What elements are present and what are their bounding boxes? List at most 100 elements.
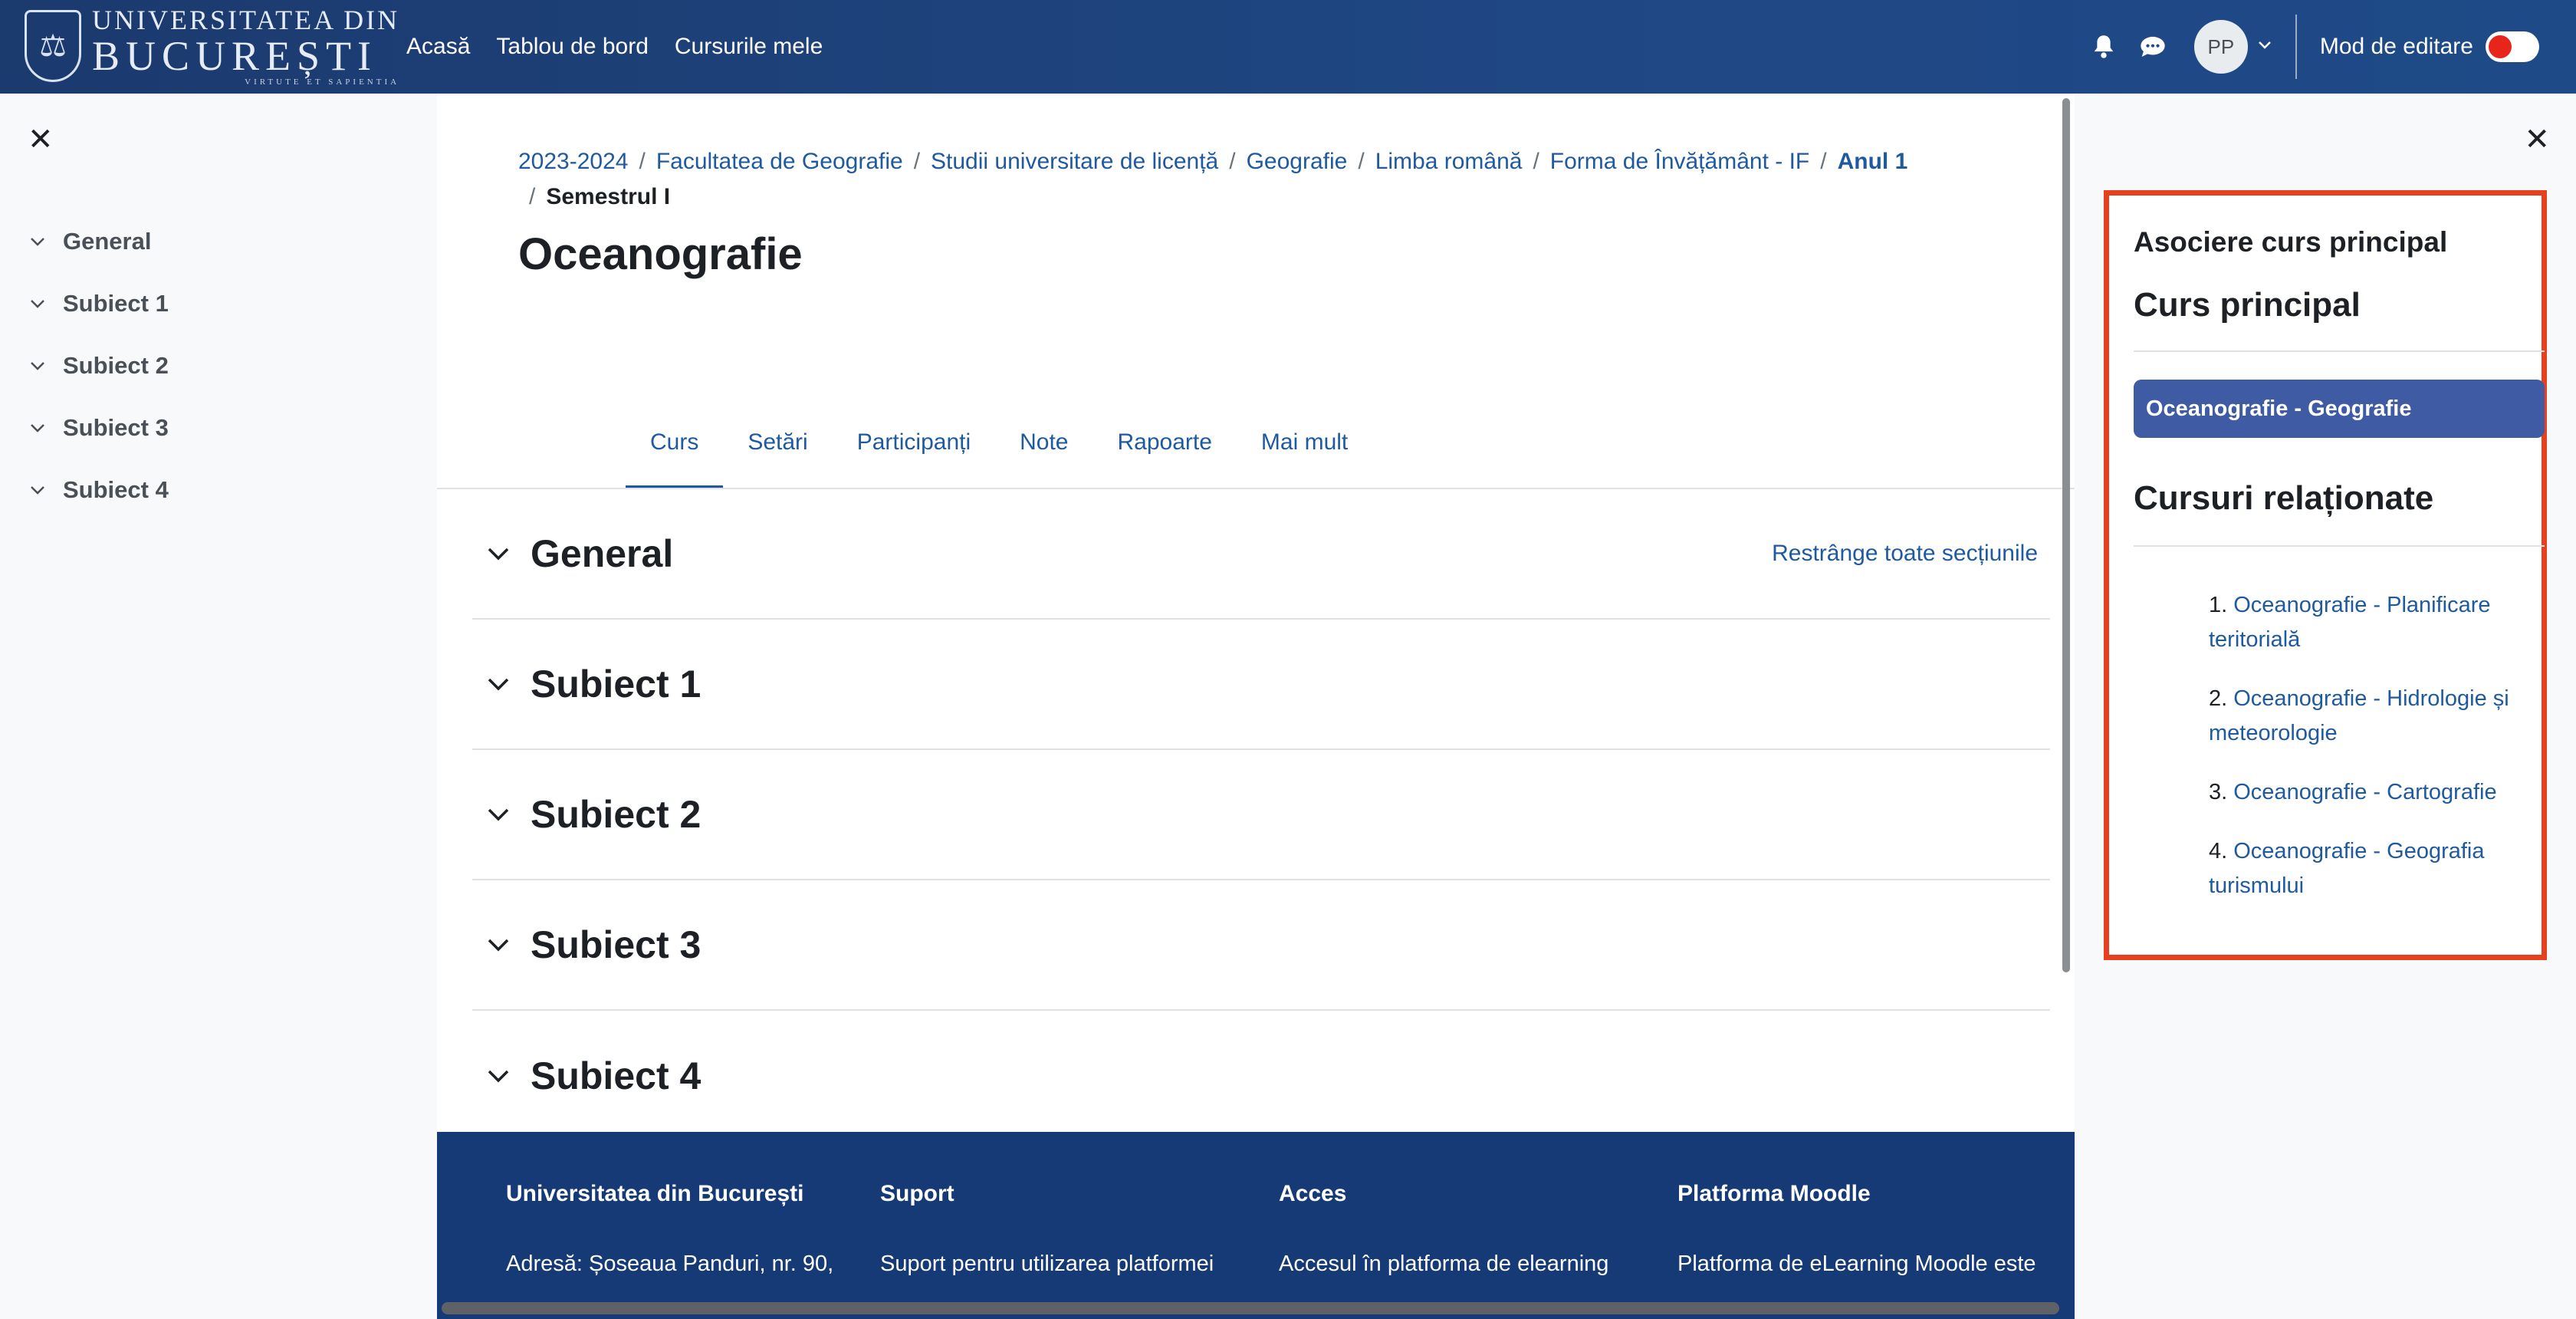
- university-logo[interactable]: ⚖ UNIVERSITATEA DIN BUCUREȘTI VIRTUTE ET…: [25, 4, 400, 87]
- footer-heading: Acces: [1279, 1181, 1347, 1206]
- course-index-label: General: [63, 227, 152, 255]
- block-divider: [2134, 350, 2545, 352]
- edit-mode-toggle[interactable]: [2486, 31, 2539, 62]
- collapse-chevron-down-icon[interactable]: [486, 1068, 511, 1084]
- horizontal-scrollbar[interactable]: [442, 1302, 2059, 1314]
- breadcrumb: 2023-2024/Facultatea de Geografie / Studii…: [518, 149, 1908, 209]
- course-section-subiect-1: Subiect 1: [472, 620, 2050, 750]
- course-index-item-subiect-2[interactable]: Subiect 2: [29, 334, 169, 396]
- vertical-scrollbar[interactable]: [2062, 98, 2070, 972]
- footer-column-access: Acces Accesul în platforma de elearning: [1279, 1181, 1647, 1308]
- user-navigation: PP Mod de editare: [2088, 0, 2576, 94]
- tab-rapoarte[interactable]: Rapoarte: [1093, 397, 1237, 489]
- footer-column-moodle: Platforma Moodle Platforma de eLearning …: [1677, 1181, 2045, 1308]
- breadcrumb-item[interactable]: Anul 1: [1838, 149, 1908, 174]
- related-course-number: 1.: [2209, 593, 2228, 617]
- section-title[interactable]: General: [531, 531, 673, 576]
- footer-text: Suport pentru utilizarea platformei: [880, 1252, 1214, 1276]
- course-sections: General Restrânge toate secțiunile Subie…: [472, 489, 2050, 1141]
- course-tabs: Curs Setări Participanți Note Rapoarte M…: [626, 397, 1372, 489]
- related-course-link[interactable]: Oceanografie - Planificare teritorială: [2209, 593, 2491, 652]
- tab-note[interactable]: Note: [995, 397, 1092, 489]
- close-block-drawer-icon[interactable]: ✕: [2524, 124, 2550, 155]
- footer-text: Adresă: Șoseaua Panduri, nr. 90,: [506, 1252, 834, 1276]
- chevron-down-icon: [31, 485, 44, 495]
- collapse-all-sections-link[interactable]: Restrânge toate secțiunile: [1772, 541, 2038, 567]
- course-index-item-subiect-1[interactable]: Subiect 1: [29, 272, 169, 334]
- nav-divider: [2295, 15, 2297, 79]
- nav-link-home[interactable]: Acasă: [406, 34, 470, 60]
- breadcrumb-item[interactable]: Geografie: [1247, 149, 1348, 174]
- chevron-down-icon: [31, 299, 44, 308]
- related-course-item: 4. Oceanografie - Geografia turismului: [2209, 834, 2546, 903]
- course-index-item-general[interactable]: General: [29, 210, 169, 272]
- section-title[interactable]: Subiect 3: [531, 923, 701, 967]
- block-title: Asociere curs principal: [2134, 226, 2448, 258]
- edit-mode-toggle-knob: [2489, 35, 2512, 58]
- edit-mode-label: Mod de editare: [2319, 34, 2473, 59]
- related-course-link[interactable]: Oceanografie - Cartografie: [2233, 780, 2496, 804]
- user-menu-chevron-down-icon[interactable]: [2257, 40, 2272, 54]
- course-index-label: Subiect 4: [63, 475, 169, 503]
- course-section-general: General Restrânge toate secțiunile: [472, 489, 2050, 620]
- page-footer: Universitatea din București Adresă: Șose…: [437, 1132, 2075, 1319]
- related-course-item: 3. Oceanografie - Cartografie: [2209, 775, 2546, 810]
- related-course-number: 2.: [2209, 686, 2228, 711]
- course-index-item-subiect-4[interactable]: Subiect 4: [29, 459, 169, 521]
- chevron-down-icon: [31, 237, 44, 246]
- course-index-label: Subiect 2: [63, 351, 169, 379]
- tab-participanti[interactable]: Participanți: [833, 397, 995, 489]
- chevron-down-icon: [31, 361, 44, 370]
- course-index-list: General Subiect 1 Subiect 2 Subiect 3 Su…: [29, 210, 169, 521]
- main-course-association-block: Asociere curs principal Curs principal O…: [2104, 190, 2547, 960]
- tab-curs[interactable]: Curs: [626, 397, 724, 489]
- section-title[interactable]: Subiect 1: [531, 662, 701, 706]
- breadcrumb-item[interactable]: Studii universitare de licență: [931, 149, 1218, 174]
- related-course-number: 4.: [2209, 839, 2228, 863]
- logo-line-2: BUCUREȘTI: [92, 32, 378, 79]
- main-content: 2023-2024/Facultatea de Geografie / Studii…: [437, 94, 2075, 1319]
- logo-motto: VIRTUTE ET SAPIENTIA: [245, 77, 400, 87]
- course-section-subiect-3: Subiect 3: [472, 880, 2050, 1011]
- tab-mai-mult[interactable]: Mai mult: [1237, 397, 1372, 489]
- chevron-down-icon: [31, 423, 44, 433]
- page-title: Oceanografie: [518, 229, 803, 279]
- main-course-button[interactable]: Oceanografie - Geografie: [2134, 380, 2545, 438]
- course-index-drawer: ✕ General Subiect 1 Subiect 2 Subiect 3 …: [0, 94, 437, 1319]
- breadcrumb-item[interactable]: Facultatea de Geografie: [656, 149, 903, 174]
- related-course-link[interactable]: Oceanografie - Geografia turismului: [2209, 839, 2485, 898]
- footer-text: Accesul în platforma de elearning: [1279, 1252, 1609, 1276]
- tab-setari[interactable]: Setări: [723, 397, 832, 489]
- footer-column-support: Suport Suport pentru utilizarea platform…: [880, 1181, 1248, 1308]
- breadcrumb-item[interactable]: 2023-2024: [518, 149, 628, 174]
- section-title[interactable]: Subiect 2: [531, 792, 701, 837]
- footer-text: Platforma de eLearning Moodle este: [1677, 1252, 2036, 1276]
- nav-link-dashboard[interactable]: Tablou de bord: [496, 34, 649, 60]
- footer-heading: Universitatea din București: [506, 1181, 804, 1206]
- related-course-link[interactable]: Oceanografie - Hidrologie și meteorologi…: [2209, 686, 2509, 745]
- course-index-label: Subiect 1: [63, 289, 169, 317]
- breadcrumb-item[interactable]: Limba română: [1375, 149, 1523, 174]
- collapse-chevron-down-icon[interactable]: [486, 937, 511, 952]
- collapse-chevron-down-icon[interactable]: [486, 546, 511, 561]
- footer-column-university: Universitatea din București Adresă: Șose…: [506, 1181, 874, 1308]
- messages-chat-icon[interactable]: [2137, 31, 2168, 62]
- main-course-heading: Curs principal: [2134, 286, 2361, 324]
- course-index-item-subiect-3[interactable]: Subiect 3: [29, 396, 169, 459]
- footer-heading: Platforma Moodle: [1677, 1181, 1871, 1206]
- breadcrumb-item[interactable]: Forma de Învățământ - IF: [1550, 149, 1809, 174]
- course-section-subiect-2: Subiect 2: [472, 750, 2050, 880]
- top-navbar: ⚖ UNIVERSITATEA DIN BUCUREȘTI VIRTUTE ET…: [0, 0, 2576, 94]
- logo-line-1: UNIVERSITATEA DIN: [92, 4, 400, 35]
- related-courses-list: 1. Oceanografie - Planificare teritorial…: [2209, 588, 2546, 928]
- close-course-index-icon[interactable]: ✕: [28, 124, 54, 155]
- block-divider: [2134, 545, 2545, 547]
- collapse-chevron-down-icon[interactable]: [486, 676, 511, 692]
- block-drawer: ✕ Asociere curs principal Curs principal…: [2075, 94, 2576, 1319]
- section-title[interactable]: Subiect 4: [531, 1054, 701, 1098]
- user-avatar[interactable]: PP: [2193, 20, 2248, 74]
- primary-navigation: Acasă Tablou de bord Cursurile mele: [406, 0, 823, 94]
- notifications-bell-icon[interactable]: [2088, 31, 2119, 62]
- collapse-chevron-down-icon[interactable]: [486, 807, 511, 822]
- nav-link-my-courses[interactable]: Cursurile mele: [675, 34, 823, 60]
